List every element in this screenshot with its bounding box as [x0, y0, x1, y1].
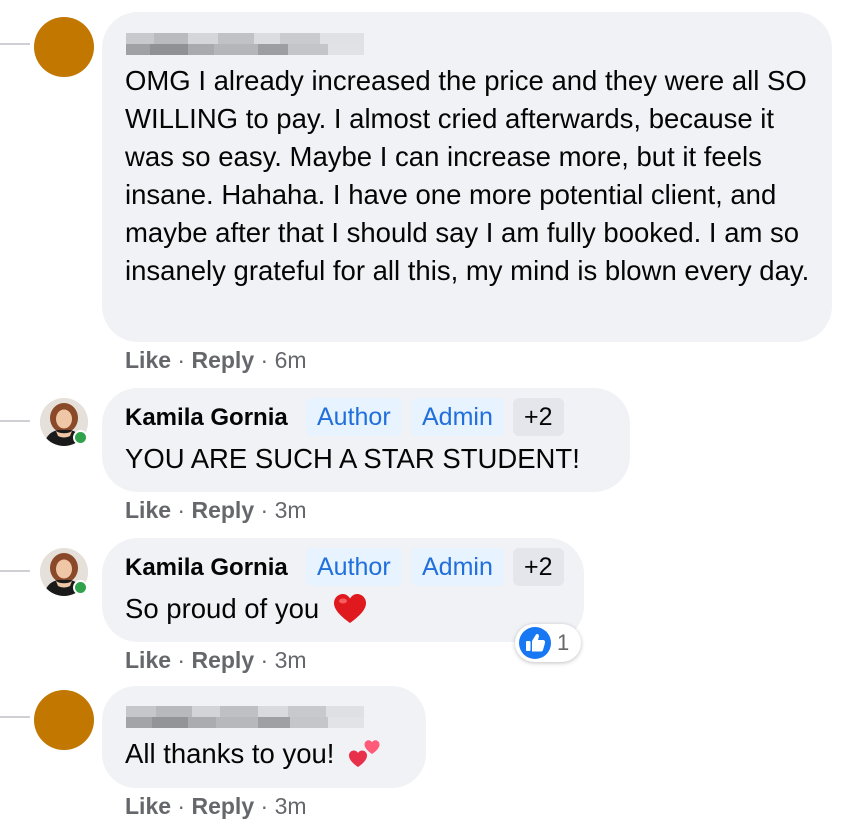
reply-link[interactable]: Reply — [191, 347, 254, 373]
comment-text: YOU ARE SUCH A STAR STUDENT! — [125, 443, 580, 474]
separator: · — [177, 497, 186, 523]
comment-text-content: So proud of you — [125, 593, 320, 624]
blurred-author-name[interactable] — [126, 33, 364, 55]
comment-text: OMG I already increased the price and th… — [125, 65, 810, 286]
more-badges[interactable]: +2 — [513, 398, 564, 436]
comment-actions: Like · Reply · 6m — [125, 345, 307, 375]
like-link[interactable]: Like — [125, 497, 171, 523]
more-badges[interactable]: +2 — [513, 548, 564, 586]
separator: · — [260, 497, 269, 523]
thread-connector — [0, 570, 30, 572]
author-badge[interactable]: Author — [306, 398, 402, 436]
online-status-icon — [73, 580, 88, 595]
red-heart-icon — [333, 593, 366, 623]
comment-text-content: All thanks to you! — [125, 738, 335, 769]
separator: · — [177, 347, 186, 373]
separator: · — [260, 793, 269, 819]
like-thumb-icon — [519, 627, 551, 659]
admin-badge[interactable]: Admin — [411, 398, 504, 436]
comment-actions: Like · Reply · 3m — [125, 645, 307, 675]
avatar[interactable] — [34, 690, 94, 750]
like-link[interactable]: Like — [125, 647, 171, 673]
timestamp[interactable]: 3m — [275, 647, 307, 673]
two-hearts-icon — [349, 739, 380, 767]
reply-link[interactable]: Reply — [191, 497, 254, 523]
thread-connector — [0, 420, 30, 422]
separator: · — [260, 647, 269, 673]
comment-actions: Like · Reply · 3m — [125, 791, 307, 821]
reaction-summary[interactable]: 1 — [515, 624, 581, 662]
like-link[interactable]: Like — [125, 347, 171, 373]
thread-connector — [0, 716, 30, 718]
avatar[interactable] — [34, 17, 94, 77]
timestamp[interactable]: 3m — [275, 497, 307, 523]
admin-badge[interactable]: Admin — [411, 548, 504, 586]
comment-text: All thanks to you! — [125, 735, 382, 773]
blurred-author-name[interactable] — [126, 706, 364, 728]
author-badge[interactable]: Author — [306, 548, 402, 586]
timestamp[interactable]: 6m — [275, 347, 307, 373]
comment-text: So proud of you — [125, 590, 367, 628]
reply-link[interactable]: Reply — [191, 793, 254, 819]
author-name[interactable]: Kamila Gornia — [125, 403, 288, 433]
separator: · — [177, 647, 186, 673]
online-status-icon — [73, 430, 88, 445]
like-link[interactable]: Like — [125, 793, 171, 819]
comment-actions: Like · Reply · 3m — [125, 495, 307, 525]
reply-link[interactable]: Reply — [191, 647, 254, 673]
separator: · — [177, 793, 186, 819]
thread-connector — [0, 43, 30, 45]
separator: · — [260, 347, 269, 373]
reaction-count: 1 — [557, 630, 570, 655]
author-name[interactable]: Kamila Gornia — [125, 553, 288, 583]
timestamp[interactable]: 3m — [275, 793, 307, 819]
